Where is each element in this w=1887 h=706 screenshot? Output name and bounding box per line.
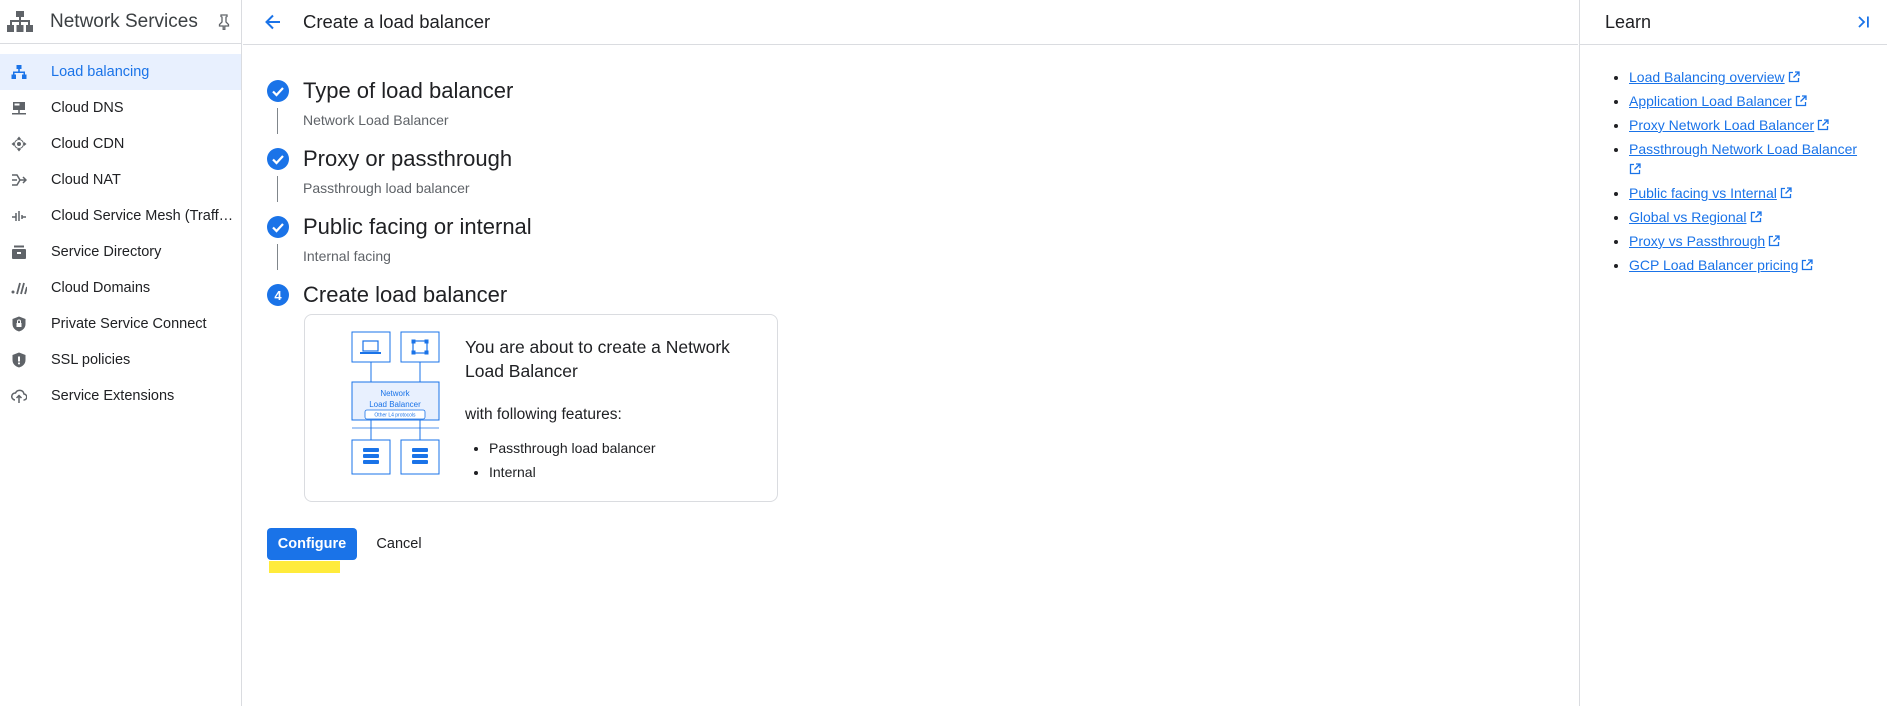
sidebar-item-cloud-service-mesh[interactable]: Cloud Service Mesh (Traff… [0, 198, 241, 234]
cdn-icon [10, 135, 28, 153]
sidebar-item-label: Cloud CDN [51, 136, 125, 152]
sidebar-item-label: Private Service Connect [51, 316, 207, 332]
sidebar-item-cloud-domains[interactable]: Cloud Domains [0, 270, 241, 306]
learn-link[interactable]: Application Load Balancer [1629, 93, 1792, 109]
step-connector [277, 176, 278, 202]
step-title: Proxy or passthrough [303, 146, 513, 171]
diagram-lb-label-line2: Load Balancer [369, 400, 421, 409]
learn-list-item: Load Balancing overview [1629, 67, 1879, 87]
summary-card: Network Load Balancer Other L4 protocols… [304, 314, 778, 502]
configure-button[interactable]: Configure [267, 528, 357, 560]
external-link-icon [1768, 232, 1780, 247]
ssl-policies-icon [10, 351, 28, 369]
sidebar-item-label: Load balancing [51, 64, 150, 80]
sidebar-item-label: Cloud Domains [51, 280, 151, 296]
learn-list-item: GCP Load Balancer pricing [1629, 255, 1879, 275]
learn-list-item: Passthrough Network Load Balancer [1629, 139, 1879, 179]
pin-icon[interactable] [214, 12, 234, 32]
product-header: Network Services [0, 0, 241, 44]
learn-link[interactable]: Global vs Regional [1629, 209, 1747, 225]
check-circle-icon [267, 80, 289, 102]
summary-heading: You are about to create a Network Load B… [465, 337, 730, 381]
network-services-logo-icon [6, 8, 34, 36]
learn-list-item: Application Load Balancer [1629, 91, 1879, 111]
sidebar-item-label: Cloud DNS [51, 100, 124, 116]
load-balancing-icon [10, 63, 28, 81]
external-link-icon [1817, 116, 1829, 131]
external-link-icon [1788, 68, 1800, 83]
cancel-button[interactable]: Cancel [363, 528, 435, 560]
domains-icon [10, 279, 28, 297]
learn-list-item: Proxy Network Load Balancer [1629, 115, 1879, 135]
sidebar-item-private-service-connect[interactable]: Private Service Connect [0, 306, 241, 342]
step-value: Internal facing [303, 248, 391, 264]
sidebar-nav: Load balancing Cloud DNS Cloud CDN Cloud… [0, 44, 241, 414]
sidebar-item-cloud-nat[interactable]: Cloud NAT [0, 162, 241, 198]
page-title: Create a load balancer [303, 11, 491, 32]
sidebar-item-label: Service Directory [51, 244, 162, 260]
learn-list-item: Public facing vs Internal [1629, 183, 1879, 203]
page-header: Create a load balancer [243, 0, 1578, 45]
learn-link[interactable]: Public facing vs Internal [1629, 185, 1777, 201]
sidebar-item-service-extensions[interactable]: Service Extensions [0, 378, 241, 414]
service-mesh-icon [10, 207, 28, 225]
external-link-icon [1750, 208, 1762, 223]
sidebar-item-ssl-policies[interactable]: SSL policies [0, 342, 241, 378]
learn-link[interactable]: Proxy vs Passthrough [1629, 233, 1765, 249]
sidebar-item-label: SSL policies [51, 352, 131, 368]
external-link-icon [1780, 184, 1792, 199]
diagram-protocol-chip: Other L4 protocols [374, 413, 416, 419]
step-connector [277, 108, 278, 134]
private-service-connect-icon [10, 315, 28, 333]
step-value: Network Load Balancer [303, 112, 449, 128]
learn-link[interactable]: Proxy Network Load Balancer [1629, 117, 1814, 133]
network-load-balancer-diagram: Network Load Balancer Other L4 protocols [351, 331, 440, 475]
nat-icon [10, 171, 28, 189]
collapse-panel-icon[interactable] [1853, 12, 1873, 32]
learn-header: Learn [1580, 0, 1887, 45]
external-link-icon [1629, 160, 1641, 175]
sidebar-item-label: Service Extensions [51, 388, 175, 404]
sidebar-item-cloud-cdn[interactable]: Cloud CDN [0, 126, 241, 162]
product-title: Network Services [50, 10, 198, 32]
step-connector [277, 244, 278, 270]
learn-title: Learn [1605, 11, 1652, 32]
sidebar-item-load-balancing[interactable]: Load balancing [0, 54, 241, 90]
back-arrow-icon[interactable] [261, 10, 285, 34]
sidebar-item-service-directory[interactable]: Service Directory [0, 234, 241, 270]
dns-icon [10, 99, 28, 117]
learn-links-list: Load Balancing overview Application Load… [1629, 67, 1879, 279]
learn-list-item: Proxy vs Passthrough [1629, 231, 1879, 251]
features-label: with following features: [465, 406, 622, 423]
sidebar-item-label: Cloud Service Mesh (Traff… [51, 208, 234, 224]
learn-link[interactable]: GCP Load Balancer pricing [1629, 257, 1798, 273]
sidebar-item-cloud-dns[interactable]: Cloud DNS [0, 90, 241, 126]
learn-panel: Learn Load Balancing overview Applicatio… [1579, 0, 1887, 706]
service-directory-icon [10, 243, 28, 261]
step-value: Passthrough load balancer [303, 180, 470, 196]
check-circle-icon [267, 148, 289, 170]
external-link-icon [1795, 92, 1807, 107]
step-title: Type of load balancer [303, 78, 514, 103]
step-number-badge: 4 [267, 284, 289, 306]
learn-list-item: Global vs Regional [1629, 207, 1879, 227]
main-content: Type of load balancer Network Load Balan… [243, 46, 1578, 706]
external-link-icon [1801, 256, 1814, 271]
learn-link[interactable]: Passthrough Network Load Balancer [1629, 141, 1857, 157]
feature-item: Passthrough load balancer [489, 438, 656, 462]
highlight-marker [269, 561, 340, 573]
learn-link[interactable]: Load Balancing overview [1629, 69, 1785, 85]
check-circle-icon [267, 216, 289, 238]
sidebar-item-label: Cloud NAT [51, 172, 121, 188]
diagram-lb-label-line1: Network [380, 389, 410, 398]
step-title: Create load balancer [303, 282, 508, 307]
step-title: Public facing or internal [303, 214, 532, 239]
feature-item: Internal [489, 462, 656, 486]
features-list: Passthrough load balancer Internal [489, 438, 656, 486]
left-nav-sidebar: Network Services Load balancing Cloud DN… [0, 0, 242, 706]
service-extensions-icon [10, 387, 28, 405]
